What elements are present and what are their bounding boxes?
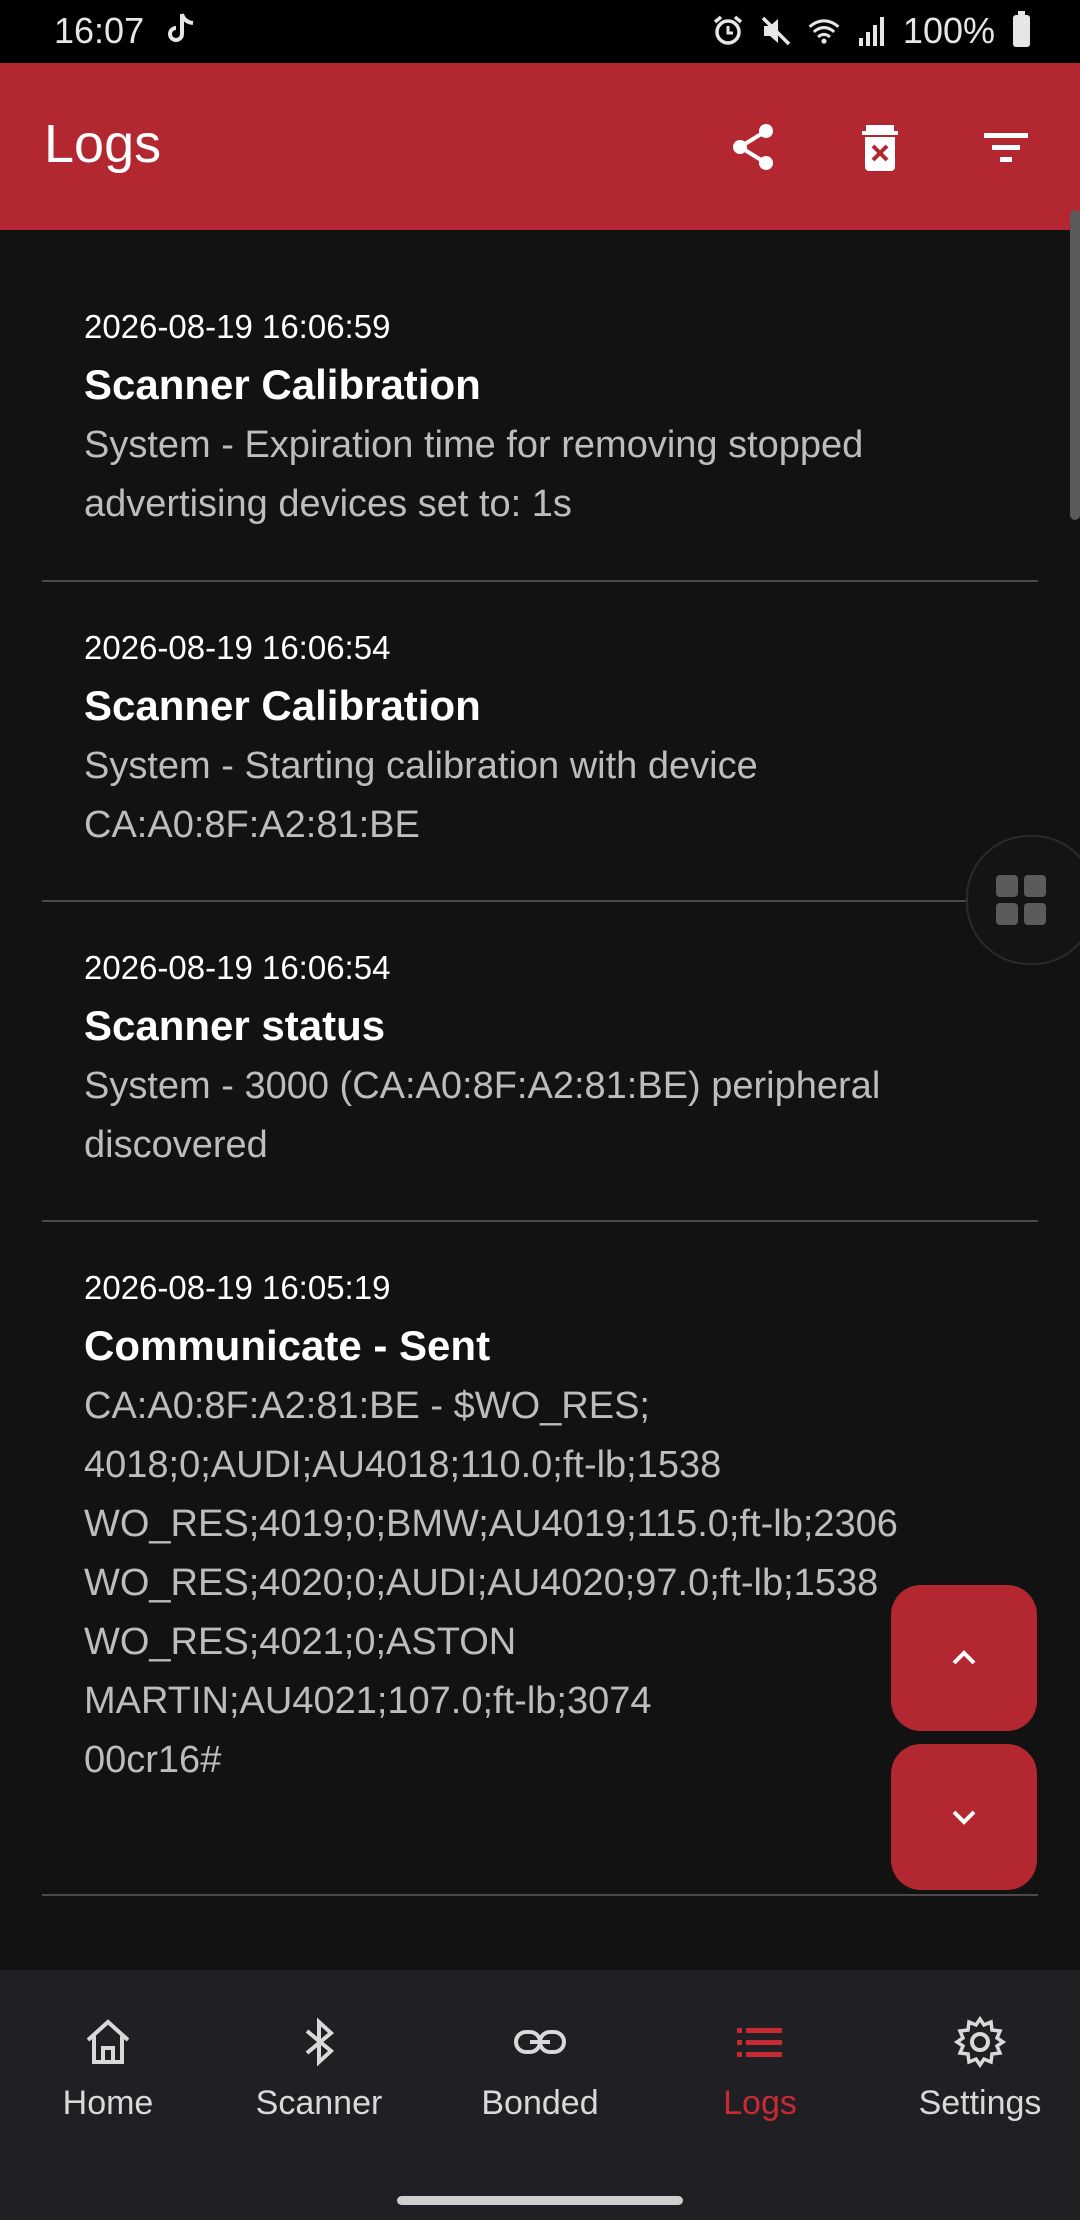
log-message: System - 3000 (CA:A0:8F:A2:81:BE) periph… xyxy=(84,1065,881,1166)
link-icon xyxy=(514,2030,566,2054)
log-entry[interactable]: 2026-08-19 16:06:59 Scanner Calibration … xyxy=(42,230,1038,582)
log-title: Scanner Calibration xyxy=(84,682,481,729)
log-entry[interactable]: 2026-08-19 16:06:54 Scanner Calibration … xyxy=(42,582,1038,902)
log-title: Scanner status xyxy=(84,1002,386,1049)
list-icon xyxy=(737,2028,782,2057)
nav-settings-label: Settings xyxy=(918,2084,1042,2122)
delete-icon xyxy=(862,125,898,171)
log-entry[interactable]: 2026-08-19 16:06:54 Scanner status Syste… xyxy=(42,902,1038,1222)
floating-widget-icon[interactable] xyxy=(966,835,1080,965)
filter-icon xyxy=(984,133,1028,162)
bluetooth-icon xyxy=(305,2017,335,2067)
status-icons: 100% xyxy=(711,10,1030,52)
nav-home[interactable]: Home xyxy=(0,1970,216,2160)
log-message: System - Expiration time for removing st… xyxy=(84,424,864,525)
log-message: CA:A0:8F:A2:81:BE - $WO_RES; 4018;0;AUDI… xyxy=(84,1385,898,1781)
logs-screen: 16:07 100% Logs 2026-08-19 16:06:59 Scan… xyxy=(0,0,1080,2220)
status-bar: 16:07 100% xyxy=(0,0,1080,63)
chevron-up-icon xyxy=(952,1650,976,1665)
page-title: Logs xyxy=(44,114,162,174)
gesture-home-bar[interactable] xyxy=(397,2196,683,2205)
nav-settings[interactable]: Settings xyxy=(872,1970,1080,2160)
nav-scanner-label: Scanner xyxy=(255,2084,383,2122)
app-bar: Logs xyxy=(0,63,1080,230)
home-icon xyxy=(86,2019,130,2064)
battery-icon xyxy=(1013,11,1030,47)
log-entry[interactable]: 2026-08-19 16:05:19 Communicate - Sent C… xyxy=(42,1222,1038,1896)
scroll-down-button[interactable] xyxy=(891,1744,1037,1890)
bottom-navigation: Home Scanner Bonded Logs Settings xyxy=(0,1970,1080,2220)
clear-logs-button[interactable] xyxy=(844,111,916,183)
battery-percent: 100% xyxy=(902,10,995,51)
chevron-down-icon xyxy=(952,1810,976,1825)
log-timestamp: 2026-08-19 16:06:54 xyxy=(84,629,391,666)
alarm-icon xyxy=(713,15,743,45)
log-timestamp: 2026-08-19 16:06:59 xyxy=(84,308,391,345)
nav-bonded-label: Bonded xyxy=(481,2084,599,2122)
gear-icon xyxy=(953,2015,1007,2069)
scroll-up-button[interactable] xyxy=(891,1585,1037,1731)
nav-home-label: Home xyxy=(62,2084,154,2122)
filter-button[interactable] xyxy=(970,111,1042,183)
nav-logs-label: Logs xyxy=(723,2084,797,2122)
log-timestamp: 2026-08-19 16:05:19 xyxy=(84,1269,391,1306)
nav-logs[interactable]: Logs xyxy=(652,1970,868,2160)
share-button[interactable] xyxy=(718,111,790,183)
nav-bonded[interactable]: Bonded xyxy=(432,1970,648,2160)
mute-icon xyxy=(761,16,791,46)
nav-scanner[interactable]: Scanner xyxy=(211,1970,427,2160)
log-message: System - Starting calibration with devic… xyxy=(84,745,758,846)
share-icon xyxy=(733,124,773,170)
tiktok-icon xyxy=(168,12,196,55)
signal-icon xyxy=(858,17,884,46)
scrollbar[interactable] xyxy=(1070,210,1080,520)
status-time: 16:07 xyxy=(54,10,145,51)
log-title: Communicate - Sent xyxy=(84,1322,491,1369)
log-title: Scanner Calibration xyxy=(84,361,481,408)
wifi-icon xyxy=(808,19,840,44)
log-timestamp: 2026-08-19 16:06:54 xyxy=(84,949,391,986)
